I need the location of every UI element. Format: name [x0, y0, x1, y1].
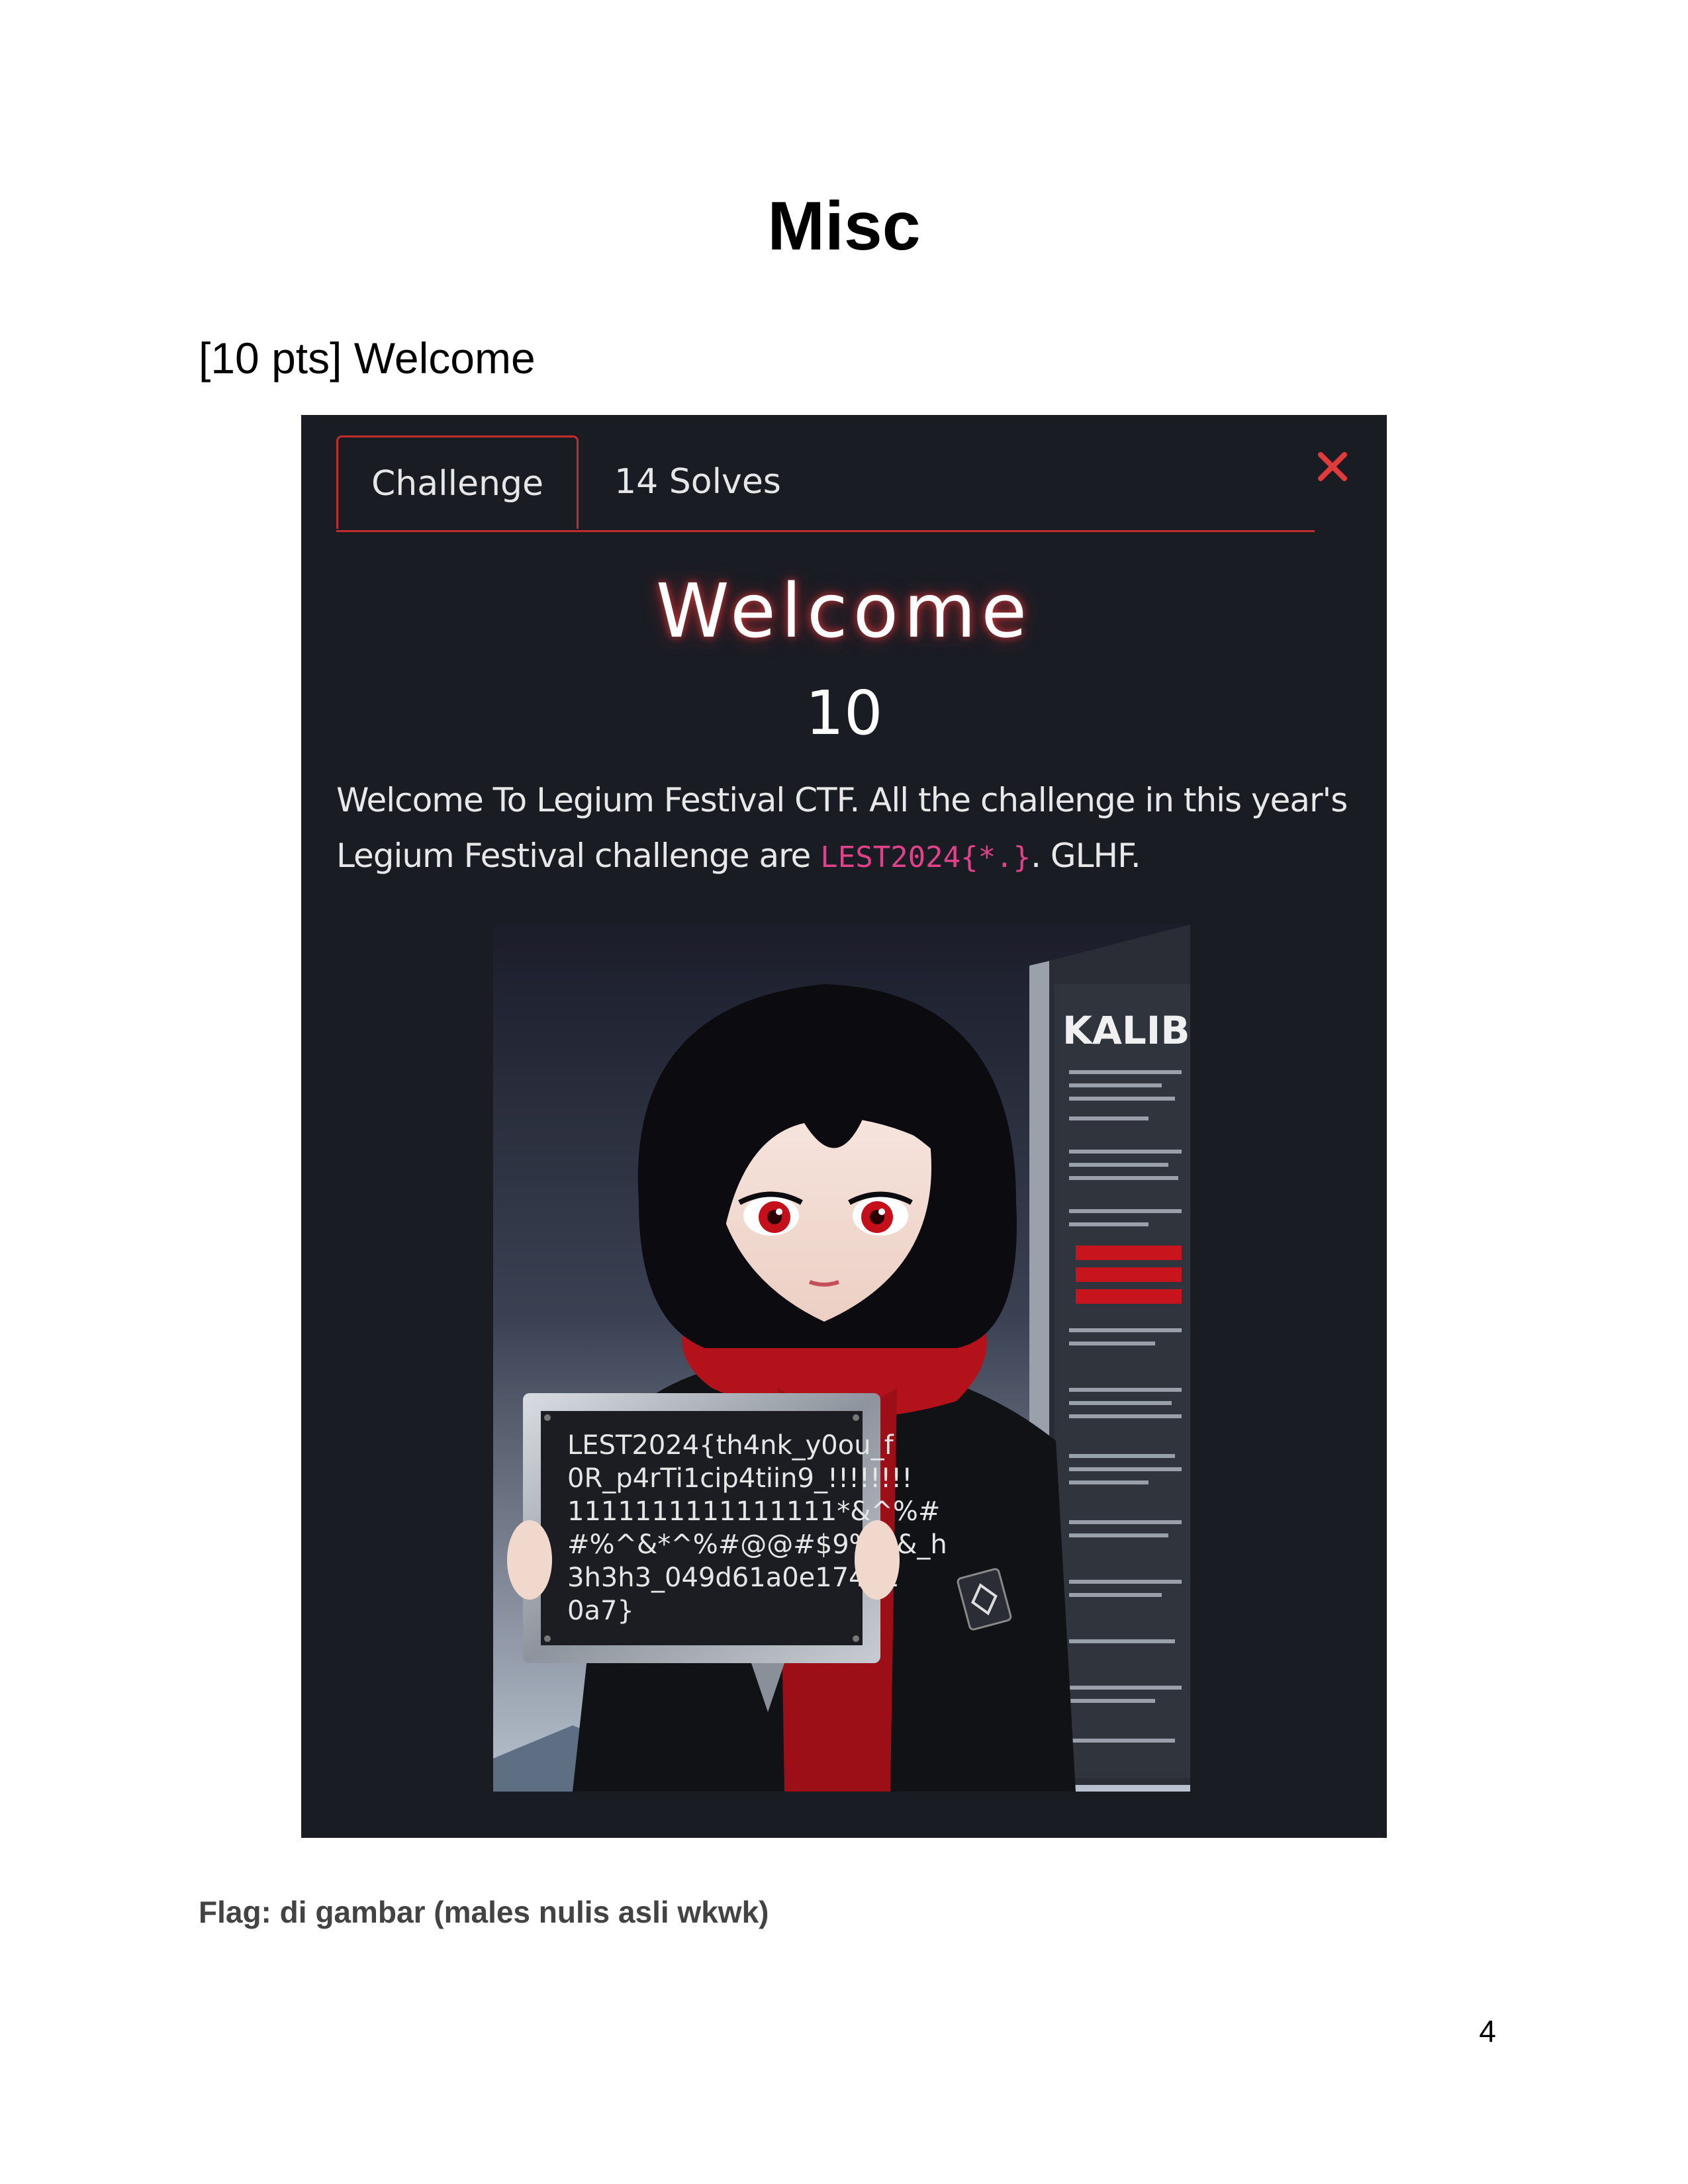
challenge-name: Welcome [655, 569, 1033, 655]
sign-line-1: LEST2024{th4nk_y0ou_f [567, 1430, 894, 1461]
banner-title: KALIBER [1062, 1008, 1190, 1053]
sign-line-5: 3h3h3_049d61a0e17471 [567, 1563, 900, 1593]
section-heading: [10 pts] Welcome [199, 334, 536, 383]
challenge-illustration: KALIBER [493, 925, 1190, 1792]
page-title: Misc [767, 188, 921, 265]
flag-format-code: LEST2024{*.} [820, 841, 1031, 874]
sign-line-3: 1111111111111111*&^%# [567, 1496, 940, 1527]
sign-line-6: 0a7} [567, 1596, 634, 1626]
description-text-end: . GLHF. [1031, 837, 1141, 875]
sign-line-2: 0R_p4rTi1cip4tiin9_!!!!!!!! [567, 1463, 912, 1494]
tab-solves[interactable]: 14 Solves [579, 435, 817, 529]
challenge-modal-screenshot: Challenge 14 Solves Welcome 10 Welcome T… [301, 415, 1387, 1838]
tab-bar: Challenge 14 Solves [336, 435, 1315, 532]
challenge-points: 10 [805, 678, 883, 749]
flag-note: Flag: di gambar (males nulis asli wkwk) [199, 1895, 769, 1929]
page-number: 4 [1479, 2014, 1496, 2048]
tab-challenge[interactable]: Challenge [336, 435, 579, 529]
close-icon[interactable] [1314, 448, 1351, 485]
challenge-description: Welcome To Legium Festival CTF. All the … [336, 772, 1369, 886]
